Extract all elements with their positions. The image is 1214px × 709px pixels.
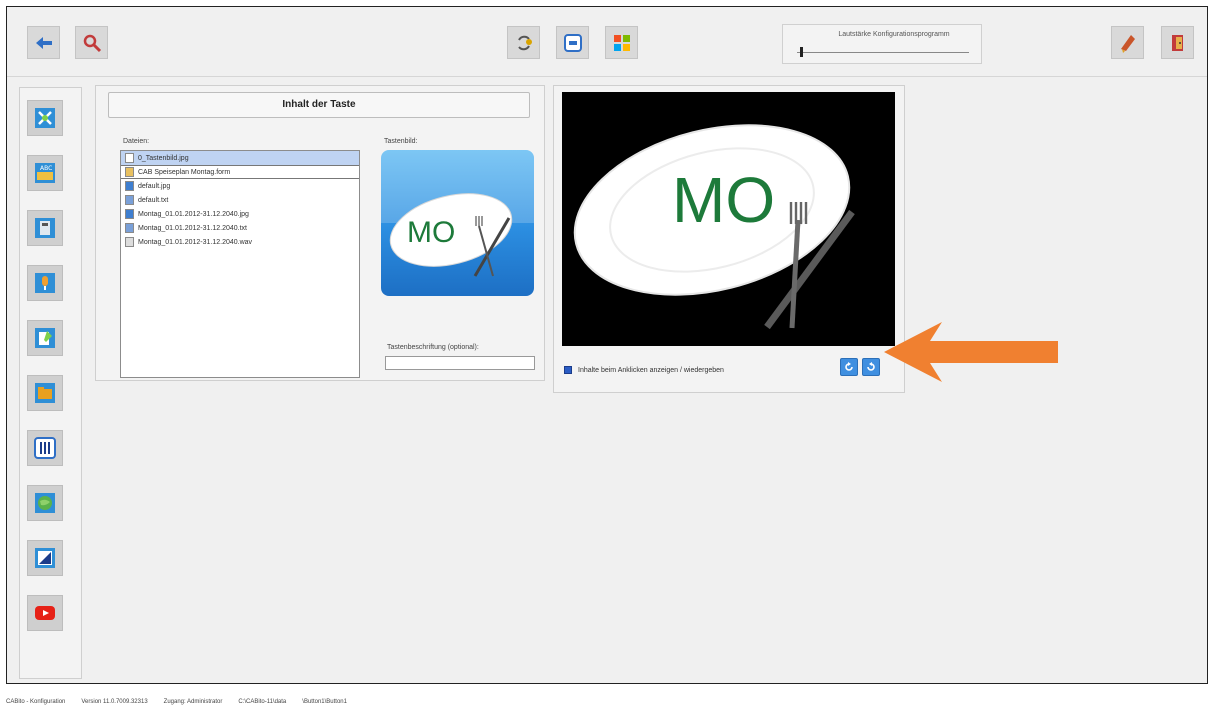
status-app-name: CABito - Konfiguration [6, 698, 66, 705]
search-icon [83, 34, 101, 52]
sidebar-item-editor[interactable] [27, 320, 63, 356]
sidebar-item-folder[interactable] [27, 375, 63, 411]
exit-button[interactable] [1161, 26, 1194, 59]
audio-file-icon [125, 237, 134, 247]
caption-input[interactable] [385, 356, 535, 370]
status-version: Version 11.0.7009.32313 [81, 698, 148, 705]
keyboard-icon: ABC [35, 163, 55, 183]
volume-label: Lautstärke Konfigurationsprogramm [838, 31, 950, 38]
rotate-left-icon [845, 362, 853, 371]
mixer-icon [34, 437, 56, 459]
editor-icon [35, 328, 55, 348]
microphone-icon [35, 273, 55, 293]
annotation-arrow-icon [884, 322, 1058, 382]
show-content-label: Inhalte beim Anklicken anzeigen / wieder… [578, 366, 724, 374]
files-label: Dateien: [123, 138, 150, 145]
show-content-checkbox-row[interactable]: Inhalte beim Anklicken anzeigen / wieder… [564, 366, 724, 374]
panel-title: Inhalt der Taste [108, 92, 530, 118]
file-list-item[interactable]: default.jpg [121, 179, 359, 193]
file-name: Montag_01.01.2012-31.12.2040.jpg [138, 210, 249, 218]
file-list-item[interactable]: Montag_01.01.2012-31.12.2040.wav [121, 235, 359, 249]
sidebar-item-keyboard[interactable]: ABC [27, 155, 63, 191]
file-name: default.txt [138, 196, 169, 204]
preview-plate-illustration: MO [573, 124, 855, 330]
file-list-item[interactable]: Montag_01.01.2012-31.12.2040.jpg [121, 207, 359, 221]
rotate-right-button[interactable] [862, 358, 880, 376]
file-list-item[interactable]: CAB Speiseplan Montag.form [121, 165, 359, 179]
recycle-icon [517, 35, 532, 50]
youtube-icon [35, 606, 55, 620]
volume-track[interactable] [797, 52, 969, 53]
text-file-icon [125, 195, 134, 205]
image-file-icon [125, 181, 134, 191]
window-icon [563, 33, 582, 52]
windows-logo-icon [613, 34, 630, 51]
volume-slider-thumb[interactable] [800, 47, 804, 57]
file-name: 0_Tastenbild.jpg [138, 154, 189, 162]
window-button[interactable] [556, 26, 589, 59]
preview-panel: MO Inhalte beim Anklicken anzeigen / wie… [553, 85, 905, 393]
file-list-item[interactable]: default.txt [121, 193, 359, 207]
folder-icon [35, 383, 55, 403]
tools-icon [35, 108, 55, 128]
preview-image-text: MO [672, 164, 775, 236]
rotate-left-button[interactable] [840, 358, 858, 376]
key-image-label: Tastenbild: [384, 138, 418, 145]
windows-button[interactable] [605, 26, 638, 59]
ruler-icon [35, 548, 55, 568]
file-name: Montag_01.01.2012-31.12.2040.txt [138, 224, 247, 232]
status-access: Zugang: Administrator [163, 698, 223, 705]
calculator-icon [35, 218, 55, 238]
sidebar-item-globe[interactable] [27, 485, 63, 521]
status-button-path: \Button1\Button1 [302, 698, 347, 705]
status-bar: CABito - Konfiguration Version 11.0.7009… [6, 694, 1208, 709]
status-data-path: C:\CABito-11\data [238, 698, 287, 705]
search-button[interactable] [75, 26, 108, 59]
file-icon [125, 153, 134, 163]
file-list-item[interactable]: Montag_01.01.2012-31.12.2040.txt [121, 221, 359, 235]
show-content-checkbox[interactable] [564, 366, 572, 374]
exit-door-icon [1171, 34, 1183, 51]
key-content-panel: Inhalt der Taste Dateien: 0_Tastenbild.j… [95, 85, 545, 381]
file-name: Montag_01.01.2012-31.12.2040.wav [138, 238, 253, 246]
globe-icon [35, 493, 55, 513]
plate-illustration: MO [389, 193, 513, 277]
key-image[interactable]: MO [381, 150, 534, 296]
files-list[interactable]: 0_Tastenbild.jpg CAB Speiseplan Montag.fo… [120, 150, 360, 378]
key-image-text: MO [407, 216, 455, 249]
rotate-right-icon [867, 362, 875, 371]
caption-label: Tastenbeschriftung (optional): [387, 344, 479, 351]
image-file-icon [125, 209, 134, 219]
recycle-button[interactable] [507, 26, 540, 59]
sidebar-item-youtube[interactable] [27, 595, 63, 631]
text-file-icon [125, 223, 134, 233]
file-name: CAB Speiseplan Montag.form [138, 168, 231, 176]
back-button[interactable] [27, 26, 60, 59]
preview-image: MO [562, 92, 895, 346]
file-name: default.jpg [138, 182, 171, 190]
back-arrow-icon [35, 36, 52, 49]
sidebar-item-mixer[interactable] [27, 430, 63, 466]
file-list-item[interactable]: 0_Tastenbild.jpg [121, 151, 359, 165]
top-toolbar: Lautstärke Konfigurationsprogramm [7, 7, 1207, 77]
volume-control: Lautstärke Konfigurationsprogramm [782, 24, 982, 64]
left-sidebar: ABC [19, 87, 82, 679]
cleaning-icon [1120, 34, 1135, 53]
sidebar-item-microphone[interactable] [27, 265, 63, 301]
cleaning-button[interactable] [1111, 26, 1144, 59]
svg-text:ABC: ABC [40, 165, 52, 172]
sidebar-item-calculator[interactable] [27, 210, 63, 246]
sidebar-item-tools[interactable] [27, 100, 63, 136]
form-icon [125, 167, 134, 177]
sidebar-item-ruler[interactable] [27, 540, 63, 576]
